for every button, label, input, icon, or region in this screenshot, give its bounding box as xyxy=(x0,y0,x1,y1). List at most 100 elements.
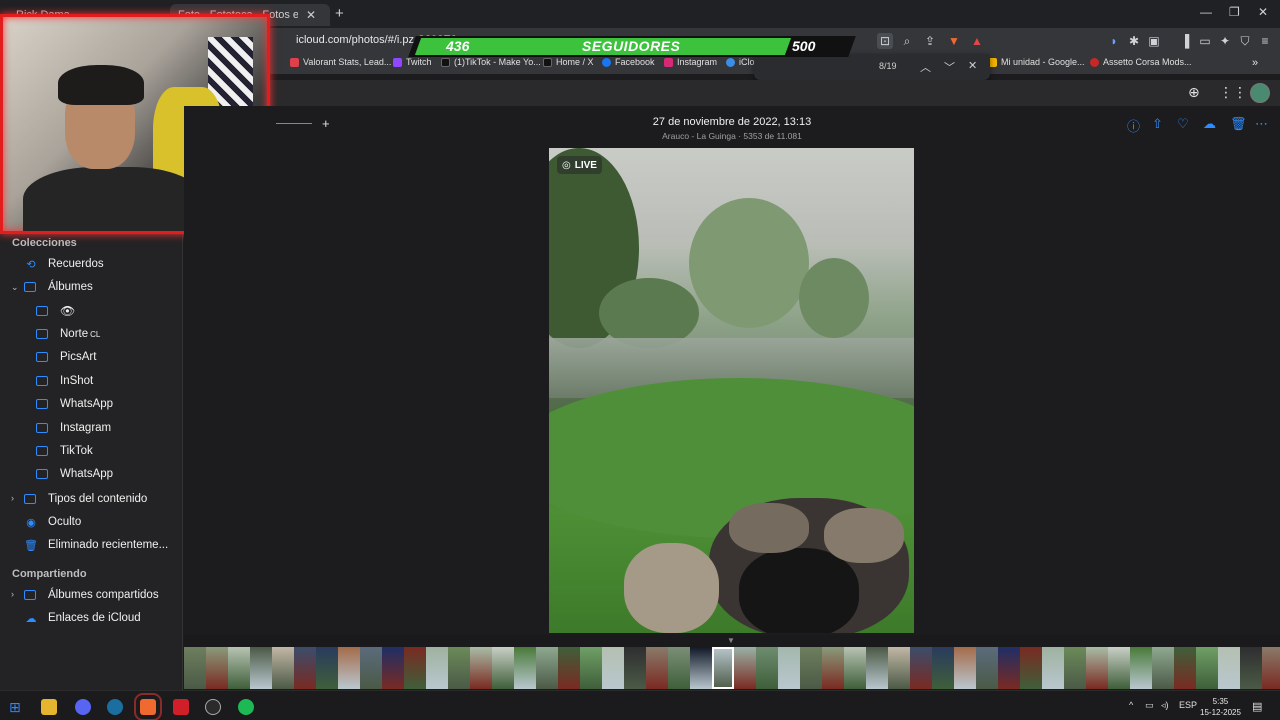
close-window-icon[interactable]: ✕ xyxy=(1258,5,1268,19)
bookmark-facebook[interactable]: Facebook xyxy=(602,57,655,67)
live-photo-badge[interactable]: ◎ LIVE xyxy=(557,156,602,174)
filmstrip-thumbnail[interactable] xyxy=(1262,647,1280,689)
bookmark-tiktok[interactable]: (1)TikTok - Make Yo... xyxy=(441,57,541,67)
filmstrip-thumbnail[interactable] xyxy=(822,647,844,689)
vpn-icon[interactable]: ⛉ xyxy=(1237,33,1253,49)
filmstrip-thumbnail[interactable] xyxy=(778,647,800,689)
close-tab-icon[interactable]: ✕ xyxy=(306,8,316,22)
brave-rewards-icon[interactable]: ▲ xyxy=(969,33,985,49)
filmstrip-thumbnail[interactable] xyxy=(250,647,272,689)
sidebar-album-norte[interactable]: Norte CL xyxy=(36,325,100,343)
find-close-icon[interactable]: ✕ xyxy=(968,59,977,72)
filmstrip-thumbnail[interactable] xyxy=(448,647,470,689)
filmstrip-thumbnail[interactable] xyxy=(1042,647,1064,689)
speech-icon[interactable]: ◗ xyxy=(1106,33,1122,49)
filmstrip-thumbnail[interactable] xyxy=(624,647,646,689)
leo-icon[interactable]: ✦ xyxy=(1217,33,1233,49)
sidebar-item-recently-deleted[interactable]: 🗑 Eliminado recienteme... xyxy=(24,536,168,554)
sidebar-album-whatsapp[interactable]: WhatsApp xyxy=(36,395,113,413)
filmstrip-thumbnail[interactable] xyxy=(1218,647,1240,689)
filmstrip-thumbnail[interactable] xyxy=(470,647,492,689)
filmstrip-thumbnail[interactable] xyxy=(580,647,602,689)
windows-start-icon[interactable]: ⊞ xyxy=(9,699,25,715)
delete-icon[interactable]: 🗑 xyxy=(1230,116,1247,132)
media-icon[interactable]: ▣ xyxy=(1146,33,1162,49)
download-icon[interactable]: ☁ xyxy=(1203,116,1216,132)
notifications-icon[interactable]: ▤ xyxy=(1252,700,1262,713)
bookmark-google-drive[interactable]: Mi unidad - Google... xyxy=(988,57,1085,67)
filmstrip-thumbnail[interactable] xyxy=(184,647,206,689)
file-explorer-icon[interactable] xyxy=(41,699,57,715)
filmstrip-thumbnail[interactable] xyxy=(734,647,756,689)
filmstrip-thumbnail[interactable] xyxy=(866,647,888,689)
bookmark-instagram[interactable]: Instagram xyxy=(664,57,717,67)
filmstrip-thumbnail[interactable] xyxy=(646,647,668,689)
restore-icon[interactable]: ❐ xyxy=(1229,5,1240,19)
sidebar-item-memories[interactable]: ⟲ Recuerdos xyxy=(24,255,103,273)
filmstrip-thumbnail[interactable] xyxy=(360,647,382,689)
chevron-right-icon[interactable]: › xyxy=(11,589,14,599)
brave-shield-icon[interactable]: ▼ xyxy=(946,33,962,49)
obs-icon[interactable] xyxy=(205,699,221,715)
sidebar-icon[interactable]: ▐ xyxy=(1177,33,1193,49)
favorite-icon[interactable]: ♡ xyxy=(1177,116,1189,132)
filmstrip-thumbnail[interactable] xyxy=(316,647,338,689)
system-clock[interactable]: 5:35 15-12-2025 xyxy=(1200,696,1241,718)
filmstrip-thumbnail[interactable] xyxy=(536,647,558,689)
thumbnail-filmstrip[interactable]: ▼ xyxy=(184,635,1280,690)
wallet-icon[interactable]: ▭ xyxy=(1197,33,1213,49)
sidebar-item-icloud-links[interactable]: ☁ Enlaces de iCloud xyxy=(24,609,141,627)
filmstrip-thumbnail[interactable] xyxy=(910,647,932,689)
zoom-icon[interactable]: ⌕ xyxy=(899,33,915,49)
filmstrip-thumbnail[interactable] xyxy=(1064,647,1086,689)
filmstrip-thumbnail[interactable] xyxy=(404,647,426,689)
chevron-right-icon[interactable]: › xyxy=(11,493,14,503)
filmstrip-thumbnail[interactable] xyxy=(492,647,514,689)
filmstrip-thumbnail[interactable] xyxy=(1108,647,1130,689)
avatar[interactable] xyxy=(1250,83,1270,103)
filmstrip-thumbnail[interactable] xyxy=(976,647,998,689)
sidebar-item-albums[interactable]: Álbumes xyxy=(24,278,93,296)
sidebar-album-picsart[interactable]: PicsArt xyxy=(36,348,96,366)
filmstrip-thumbnail[interactable] xyxy=(954,647,976,689)
add-icon[interactable]: ⊕ xyxy=(1188,84,1200,101)
sidebar-item-media-types[interactable]: Tipos del contenido xyxy=(24,490,147,508)
filmstrip-thumbnail[interactable] xyxy=(558,647,580,689)
bookmark-twitch[interactable]: Twitch xyxy=(393,57,432,67)
brave-icon[interactable] xyxy=(134,693,162,720)
language-indicator[interactable]: ESP xyxy=(1179,700,1197,710)
sidebar-item-shared-albums[interactable]: Álbumes compartidos xyxy=(24,586,159,604)
sidebar-album-inshot[interactable]: InShot xyxy=(36,372,93,390)
sidebar-album-tiktok[interactable]: TikTok xyxy=(36,442,93,460)
more-bookmarks-icon[interactable]: » xyxy=(1252,57,1258,69)
filmstrip-thumbnail[interactable] xyxy=(426,647,448,689)
volume-icon[interactable]: ◃) xyxy=(1161,700,1169,711)
filmstrip-thumbnail[interactable] xyxy=(888,647,910,689)
chevron-down-icon[interactable]: ⌄ xyxy=(11,282,19,293)
spotify-icon[interactable] xyxy=(238,699,254,715)
photo-main[interactable]: ◎ LIVE xyxy=(549,148,914,633)
sidebar-album-whatsapp-2[interactable]: WhatsApp xyxy=(36,465,113,483)
filmstrip-thumbnail[interactable] xyxy=(1152,647,1174,689)
more-icon[interactable]: ⋯ xyxy=(1255,116,1268,132)
minimize-icon[interactable]: — xyxy=(1200,5,1212,19)
filmstrip-thumbnail[interactable] xyxy=(382,647,404,689)
filmstrip-thumbnail[interactable] xyxy=(294,647,316,689)
find-icon[interactable]: ⊡ xyxy=(877,33,893,49)
sidebar-item-hidden[interactable]: ◉ Oculto xyxy=(24,513,81,531)
discord-icon[interactable] xyxy=(75,699,91,715)
sidebar-album-instagram[interactable]: Instagram xyxy=(36,419,111,437)
filmstrip-thumbnail[interactable] xyxy=(1174,647,1196,689)
valorant-app-icon[interactable] xyxy=(173,699,189,715)
filmstrip-thumbnail[interactable] xyxy=(206,647,228,689)
filmstrip-thumbnail[interactable] xyxy=(514,647,536,689)
share-icon[interactable]: ⇧ xyxy=(1152,116,1163,132)
filmstrip-thumbnail[interactable] xyxy=(1196,647,1218,689)
find-previous-icon[interactable]: ︿ xyxy=(920,59,931,75)
filmstrip-thumbnail[interactable] xyxy=(1020,647,1042,689)
info-icon[interactable]: ⓘ xyxy=(1127,116,1140,135)
filmstrip-thumbnail[interactable] xyxy=(228,647,250,689)
filmstrip-thumbnail[interactable] xyxy=(690,647,712,689)
filmstrip-thumbnail[interactable] xyxy=(932,647,954,689)
filmstrip-thumbnail[interactable] xyxy=(1240,647,1262,689)
